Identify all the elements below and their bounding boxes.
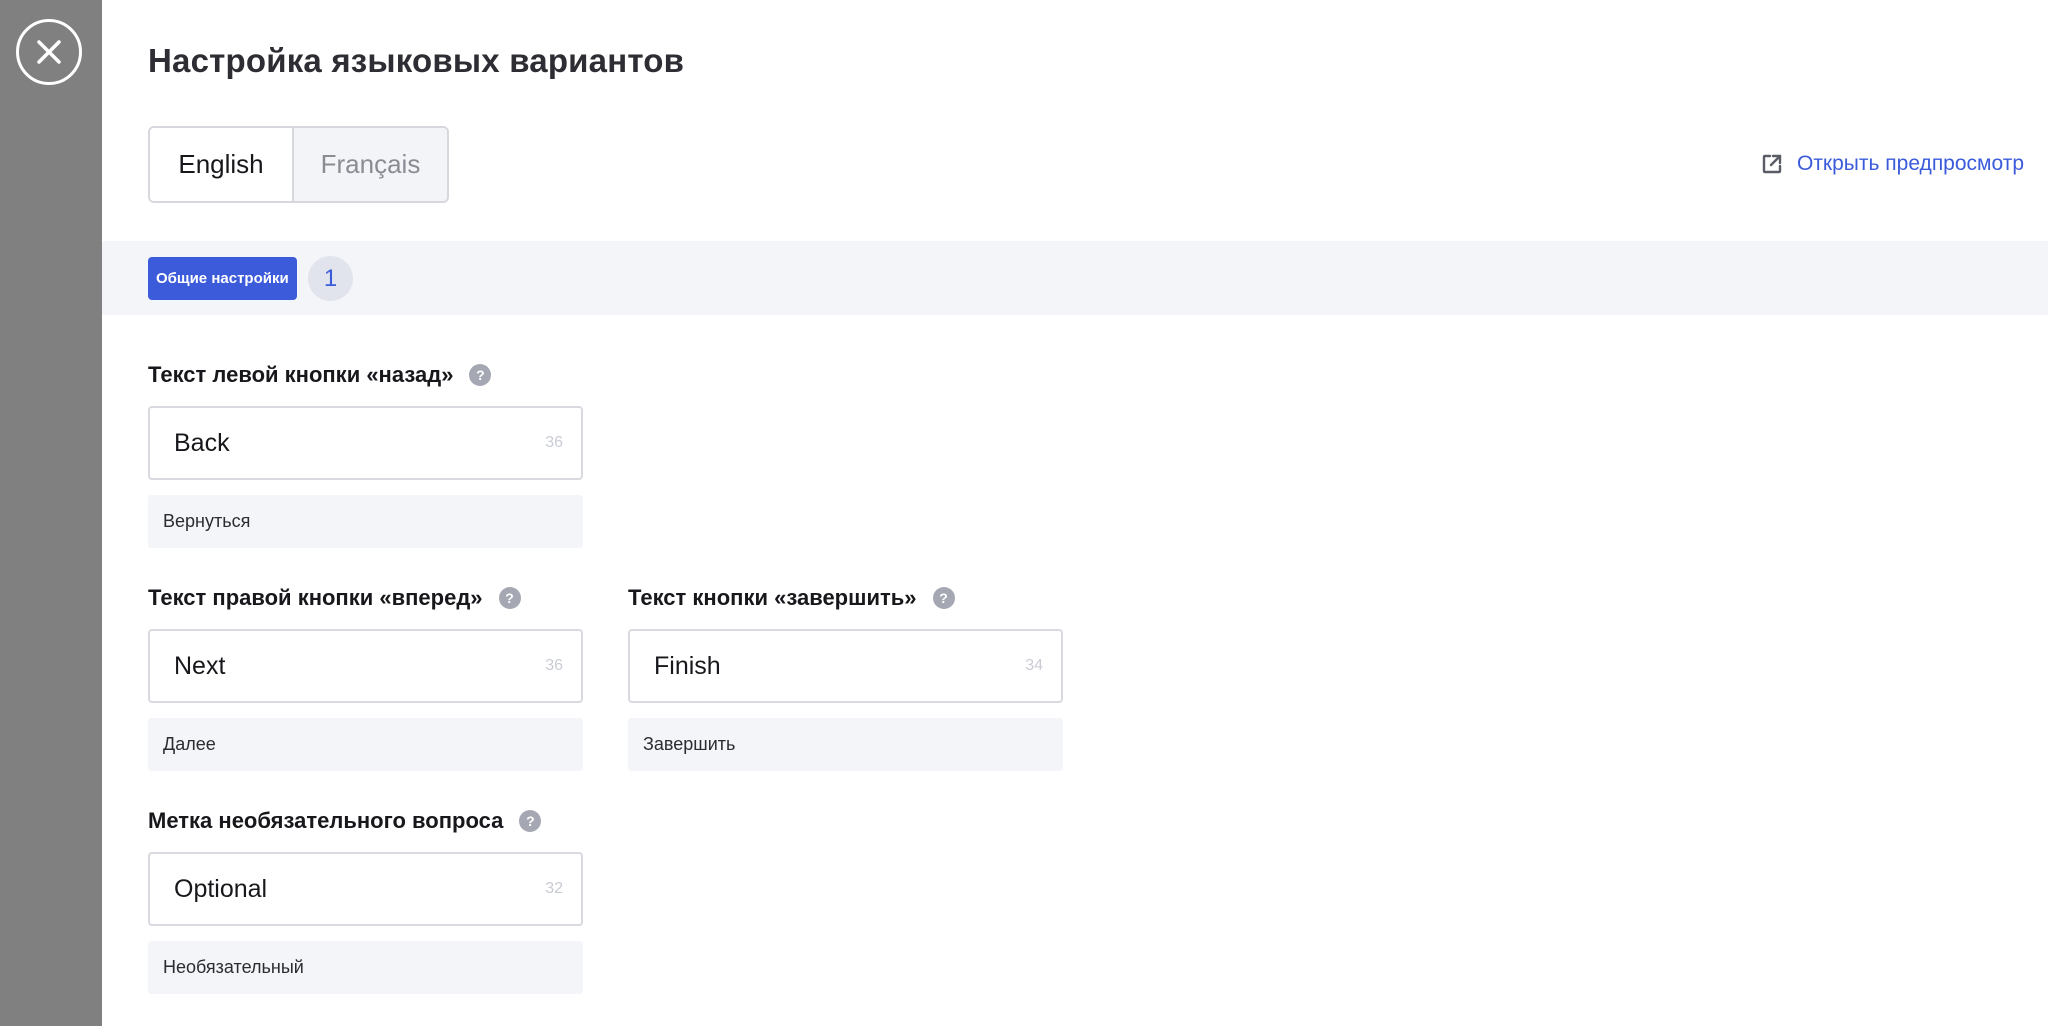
char-counter: 36 bbox=[545, 657, 563, 674]
finish-text-input-wrap: 34 bbox=[628, 629, 1063, 703]
language-tabs: English Français bbox=[148, 126, 449, 203]
char-counter: 36 bbox=[545, 434, 563, 451]
back-text-input[interactable] bbox=[150, 408, 581, 478]
translation-hint: Завершить bbox=[628, 718, 1063, 771]
optional-text-input[interactable] bbox=[150, 854, 581, 924]
field-label-text: Метка необязательного вопроса bbox=[148, 808, 504, 833]
help-icon[interactable]: ? bbox=[932, 587, 955, 609]
section-count-badge[interactable]: 1 bbox=[308, 256, 353, 301]
finish-text-input[interactable] bbox=[630, 631, 1061, 701]
left-rail bbox=[0, 0, 102, 1026]
external-link-icon bbox=[1762, 154, 1782, 174]
optional-text-input-wrap: 32 bbox=[148, 852, 583, 926]
field-label-text: Текст левой кнопки «назад» bbox=[148, 362, 454, 387]
field-label: Метка необязательного вопроса ? bbox=[148, 807, 583, 835]
tab-general-settings[interactable]: Общие настройки bbox=[148, 257, 297, 300]
tab-francais[interactable]: Français bbox=[292, 128, 447, 201]
field-label: Текст кнопки «завершить» ? bbox=[628, 584, 1063, 612]
char-counter: 32 bbox=[545, 880, 563, 897]
main-panel: Настройка языковых вариантов English Fra… bbox=[102, 0, 2048, 1026]
field-label-text: Текст кнопки «завершить» bbox=[628, 585, 917, 610]
tab-english[interactable]: English bbox=[150, 128, 292, 201]
next-text-input[interactable] bbox=[150, 631, 581, 701]
help-icon[interactable]: ? bbox=[519, 810, 542, 832]
next-text-input-wrap: 36 bbox=[148, 629, 583, 703]
field-label-text: Текст правой кнопки «вперед» bbox=[148, 585, 483, 610]
field-label: Текст левой кнопки «назад» ? bbox=[148, 361, 583, 389]
field-next-button-text: Текст правой кнопки «вперед» ? 36 Далее bbox=[148, 584, 583, 771]
section-bar: Общие настройки 1 bbox=[102, 241, 2048, 315]
help-icon[interactable]: ? bbox=[469, 364, 492, 386]
close-button[interactable] bbox=[16, 19, 82, 85]
translation-hint: Далее bbox=[148, 718, 583, 771]
open-preview-label: Открыть предпросмотр bbox=[1796, 152, 2024, 175]
translation-hint: Вернуться bbox=[148, 495, 583, 548]
help-icon[interactable]: ? bbox=[498, 587, 521, 609]
close-icon bbox=[37, 40, 61, 64]
field-back-button-text: Текст левой кнопки «назад» ? 36 Вернутьс… bbox=[148, 361, 583, 548]
field-finish-button-text: Текст кнопки «завершить» ? 34 Завершить bbox=[628, 584, 1063, 771]
field-label: Текст правой кнопки «вперед» ? bbox=[148, 584, 583, 612]
page-title: Настройка языковых вариантов bbox=[148, 42, 685, 79]
field-optional-label: Метка необязательного вопроса ? 32 Необя… bbox=[148, 807, 583, 994]
back-text-input-wrap: 36 bbox=[148, 406, 583, 480]
open-preview-link[interactable]: Открыть предпросмотр bbox=[1761, 152, 2024, 176]
translation-hint: Необязательный bbox=[148, 941, 583, 994]
char-counter: 34 bbox=[1025, 657, 1043, 674]
